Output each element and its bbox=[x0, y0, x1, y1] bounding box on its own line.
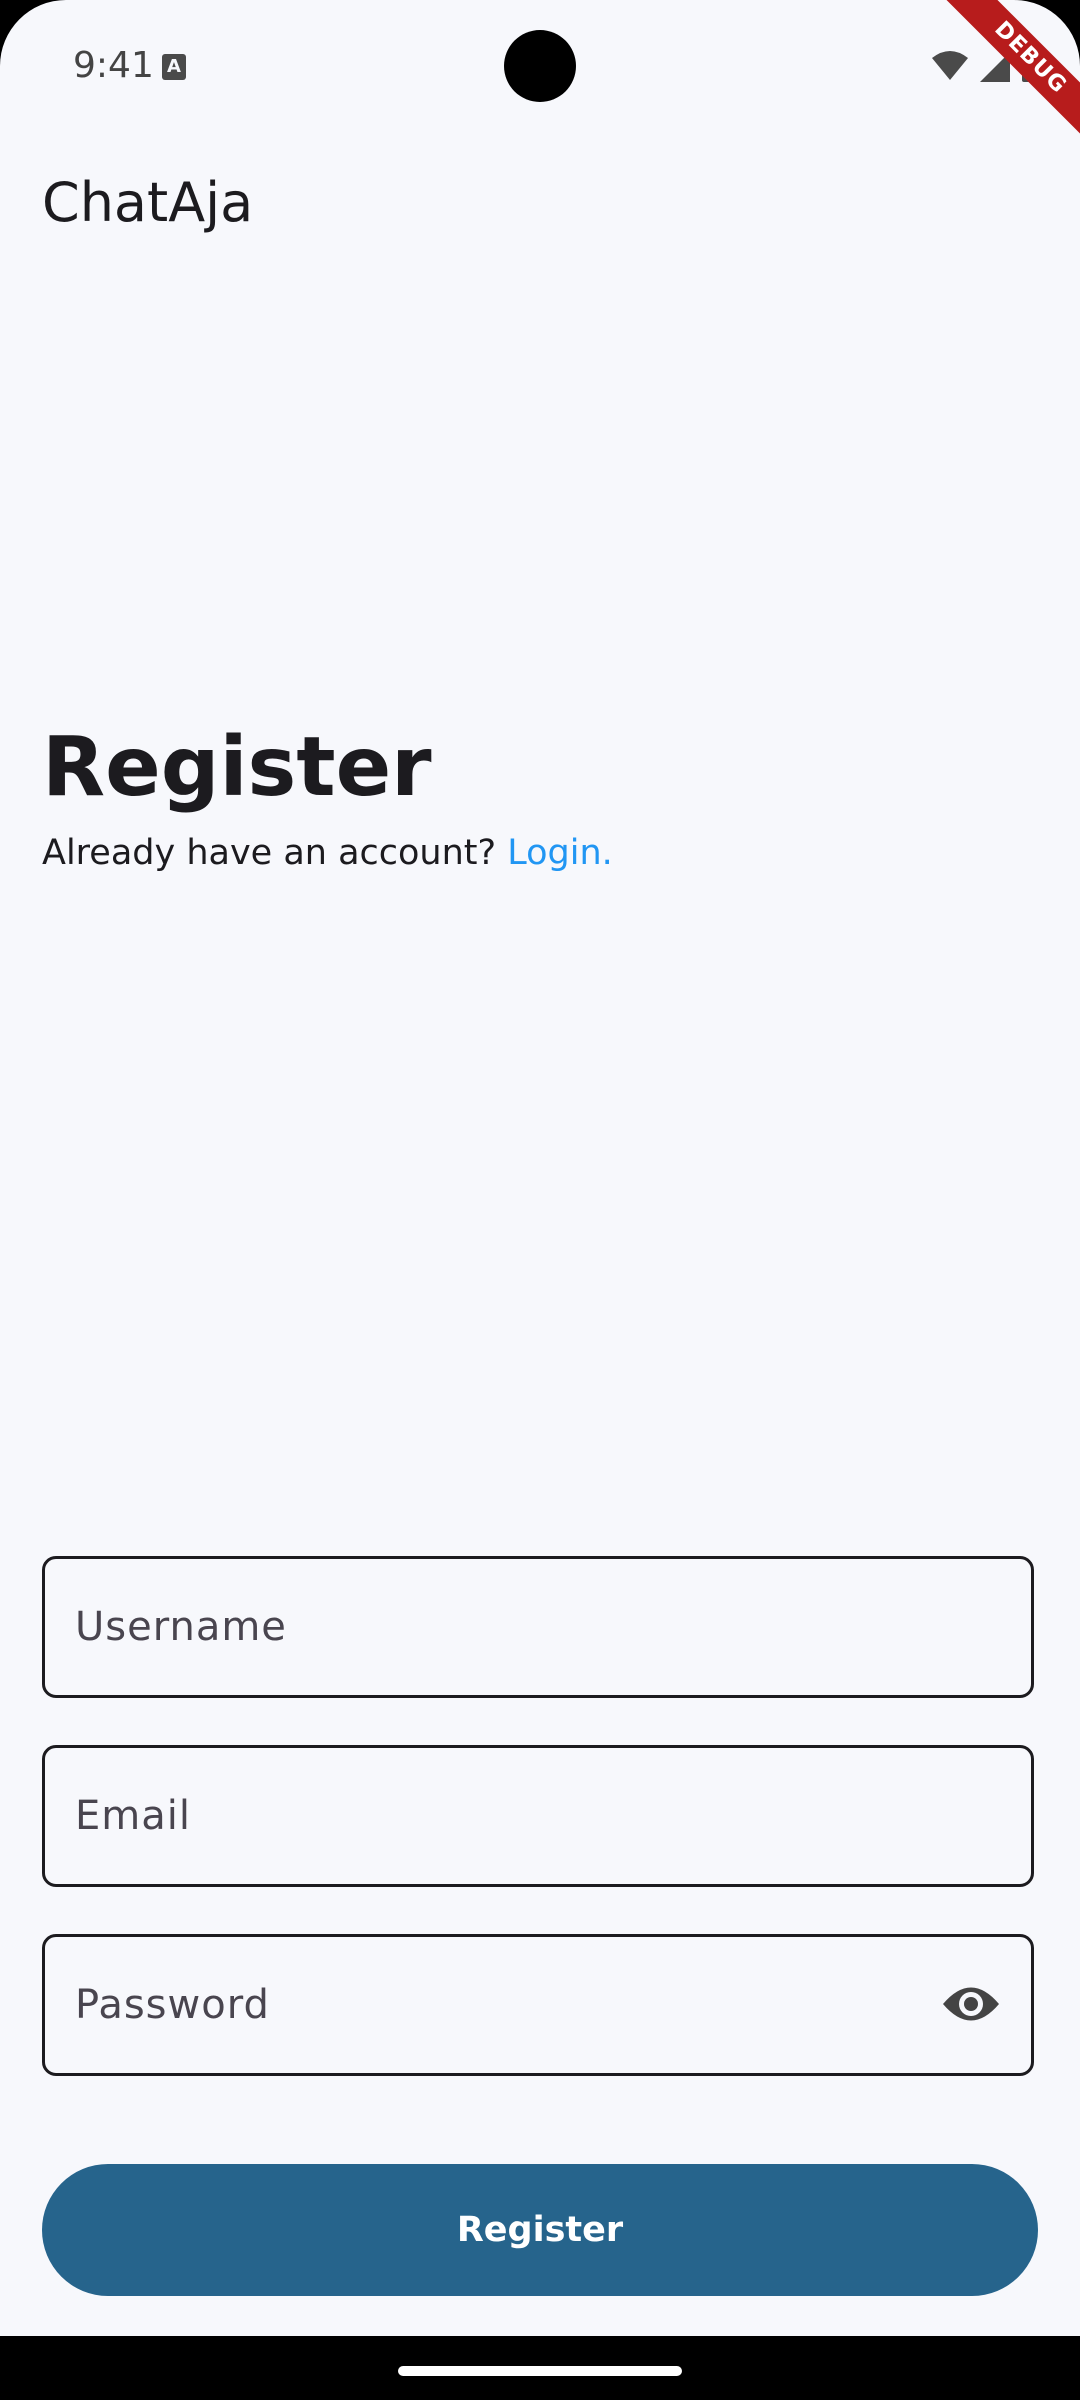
login-link[interactable]: Login. bbox=[507, 833, 613, 873]
eye-icon[interactable] bbox=[941, 1979, 1001, 2029]
password-input[interactable] bbox=[75, 1937, 955, 2073]
login-prompt: Already have an account? Login. bbox=[42, 830, 613, 876]
username-field[interactable] bbox=[42, 1556, 1034, 1698]
debug-banner: DEBUG bbox=[920, 0, 1080, 160]
username-input[interactable] bbox=[75, 1559, 955, 1695]
status-time: 9:41 bbox=[73, 45, 154, 86]
app-screen: 9:41 A DEBUG ChatAja Register Already ha… bbox=[0, 0, 1080, 2336]
email-field[interactable] bbox=[42, 1745, 1034, 1887]
notification-a-icon: A bbox=[162, 54, 186, 80]
page-title: Register bbox=[42, 720, 432, 815]
login-prompt-text: Already have an account? bbox=[42, 833, 497, 873]
email-input[interactable] bbox=[75, 1748, 955, 1884]
register-button[interactable]: Register bbox=[42, 2164, 1038, 2296]
gesture-nav-handle[interactable] bbox=[398, 2366, 682, 2376]
debug-ribbon-label: DEBUG bbox=[939, 0, 1080, 149]
camera-cutout bbox=[504, 30, 576, 102]
password-field[interactable] bbox=[42, 1934, 1034, 2076]
app-title: ChatAja bbox=[42, 171, 254, 234]
